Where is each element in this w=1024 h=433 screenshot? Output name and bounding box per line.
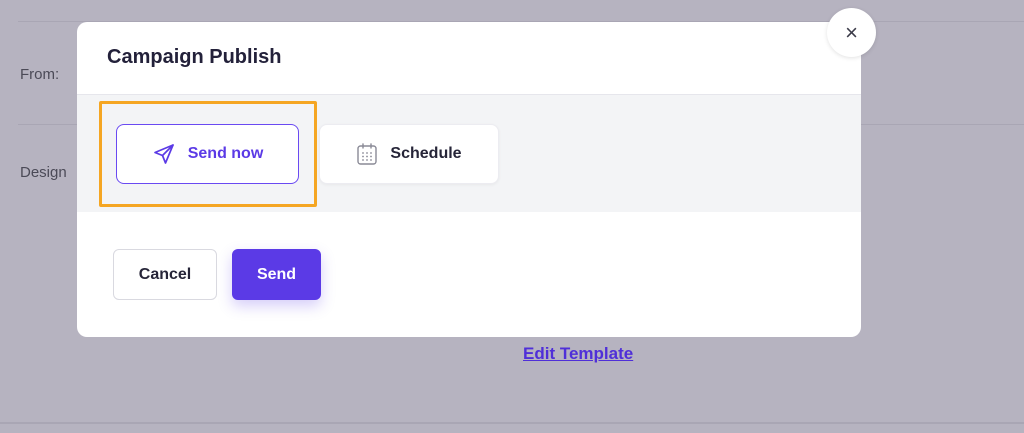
divider-bottom: [0, 422, 1024, 424]
send-button[interactable]: Send: [232, 249, 321, 300]
schedule-option[interactable]: Schedule: [319, 124, 499, 184]
design-label: Design: [20, 164, 67, 181]
close-icon: ×: [845, 19, 858, 45]
campaign-publish-modal: Campaign Publish Send now Schedule Cance…: [77, 22, 861, 337]
calendar-icon: [356, 142, 378, 166]
from-label: From:: [20, 66, 60, 83]
modal-title: Campaign Publish: [107, 46, 282, 68]
send-now-option[interactable]: Send now: [116, 124, 299, 184]
send-now-label: Send now: [187, 145, 264, 162]
edit-template-link[interactable]: Edit Template: [523, 344, 633, 364]
cancel-button[interactable]: Cancel: [113, 249, 217, 300]
close-button[interactable]: ×: [827, 8, 876, 57]
schedule-label: Schedule: [390, 145, 462, 162]
paper-plane-icon: [152, 142, 176, 166]
publish-options: Send now Schedule: [77, 94, 861, 212]
